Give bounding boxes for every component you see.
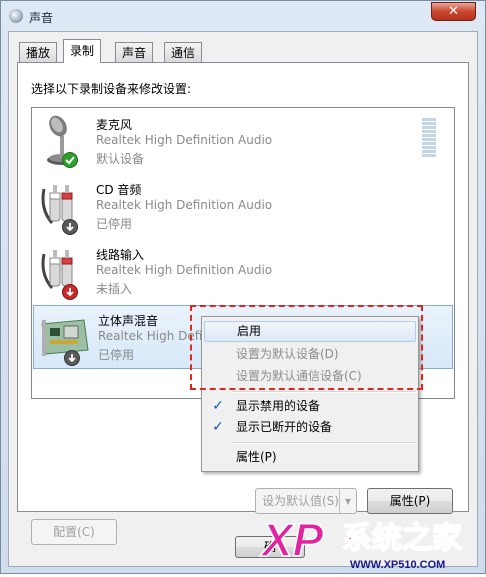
device-status: 已停用	[98, 348, 135, 362]
watermark-logo: XP	[259, 514, 324, 566]
close-button[interactable]: ✕	[431, 2, 476, 21]
checkmark-icon: ✓	[212, 398, 224, 414]
device-item-microphone[interactable]: 麦克风 Realtek High Definition Audio 默认设备	[32, 110, 454, 174]
default-check-icon	[62, 152, 78, 168]
tab-communications[interactable]: 通信	[164, 42, 203, 62]
menu-item-label: 显示禁用的设备	[236, 399, 321, 413]
device-driver: Realtek High Definition Audio	[96, 263, 273, 277]
checkmark-icon: ✓	[212, 419, 224, 435]
device-name: CD 音频	[96, 183, 142, 197]
input-level-meter	[422, 118, 436, 158]
device-driver: Realtek High Definition Audio	[96, 198, 273, 212]
device-status: 未插入	[96, 282, 133, 296]
device-status: 已停用	[96, 217, 133, 231]
device-driver: Realtek High Definition Audio	[96, 133, 273, 147]
highlight-annotation-box	[190, 305, 423, 390]
unplugged-down-arrow-icon	[62, 284, 78, 300]
menu-item-properties[interactable]: 属性(P)	[204, 447, 416, 468]
tab-playback[interactable]: 播放	[19, 42, 58, 62]
watermark-url: WWW.XP510.COM	[350, 559, 445, 571]
device-item-cd-audio[interactable]: CD 音频 Realtek High Definition Audio 已停用	[32, 175, 454, 239]
device-name: 麦克风	[96, 118, 133, 132]
menu-item-label: 显示已断开的设备	[236, 420, 333, 434]
device-status: 默认设备	[96, 152, 145, 166]
device-name: 立体声混音	[98, 314, 159, 328]
dialog-client-area: 播放 录制 声音 通信 选择以下录制设备来修改设置: 麦克风 Realtek H…	[8, 31, 478, 567]
tab-sounds[interactable]: 声音	[115, 42, 154, 62]
watermark-brand: 系统之家	[342, 521, 462, 556]
menu-separator	[232, 442, 416, 444]
menu-separator	[232, 391, 416, 393]
disabled-down-arrow-icon	[64, 350, 80, 366]
menu-item-show-disabled[interactable]: ✓ 显示禁用的设备	[204, 396, 416, 417]
tab-recording[interactable]: 录制	[63, 39, 102, 63]
instruction-text: 选择以下录制设备来修改设置:	[31, 82, 192, 96]
menu-item-show-disconnected[interactable]: ✓ 显示已断开的设备	[204, 417, 416, 438]
window-title: 声音	[29, 11, 54, 25]
device-item-line-in[interactable]: 线路输入 Realtek High Definition Audio 未插入	[32, 240, 454, 304]
xp510-watermark: XP 系统之家 WWW.XP510.COM	[258, 510, 486, 574]
title-bar[interactable]: 声音 ✕	[1, 1, 485, 31]
set-default-label: 设为默认值(S)	[262, 494, 339, 508]
sound-dialog-window: 声音 ✕ 播放 录制 声音 通信 选择以下录制设备来修改设置: 麦克风 Real…	[0, 0, 486, 574]
speaker-icon	[9, 9, 23, 23]
configure-button[interactable]: 配置(C)	[31, 519, 117, 545]
disabled-down-arrow-icon	[62, 219, 78, 235]
device-name: 线路输入	[96, 248, 145, 262]
